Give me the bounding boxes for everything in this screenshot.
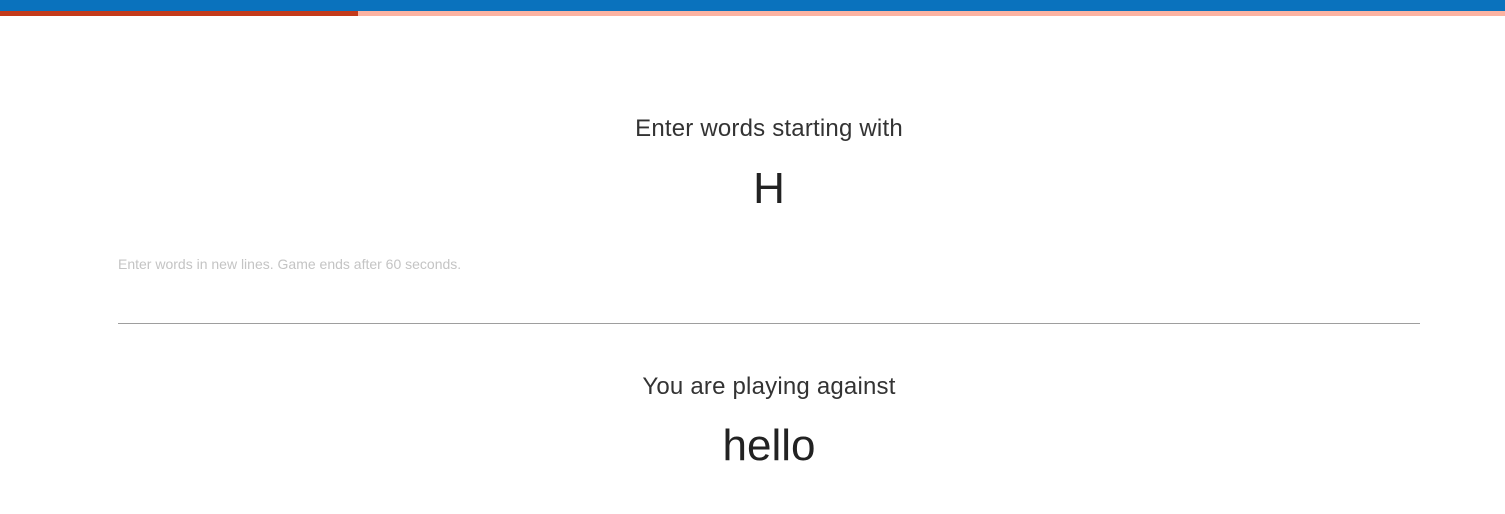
timer-progress-bar [0,11,1505,16]
starting-letter: H [753,164,785,213]
timer-progress-fill [0,11,359,16]
prompt-label: Enter words starting with [635,115,903,142]
words-input[interactable] [118,252,1420,324]
header-bar [0,0,1505,11]
opponent-name: hello [722,421,816,470]
opponent-label: You are playing against [642,373,896,400]
